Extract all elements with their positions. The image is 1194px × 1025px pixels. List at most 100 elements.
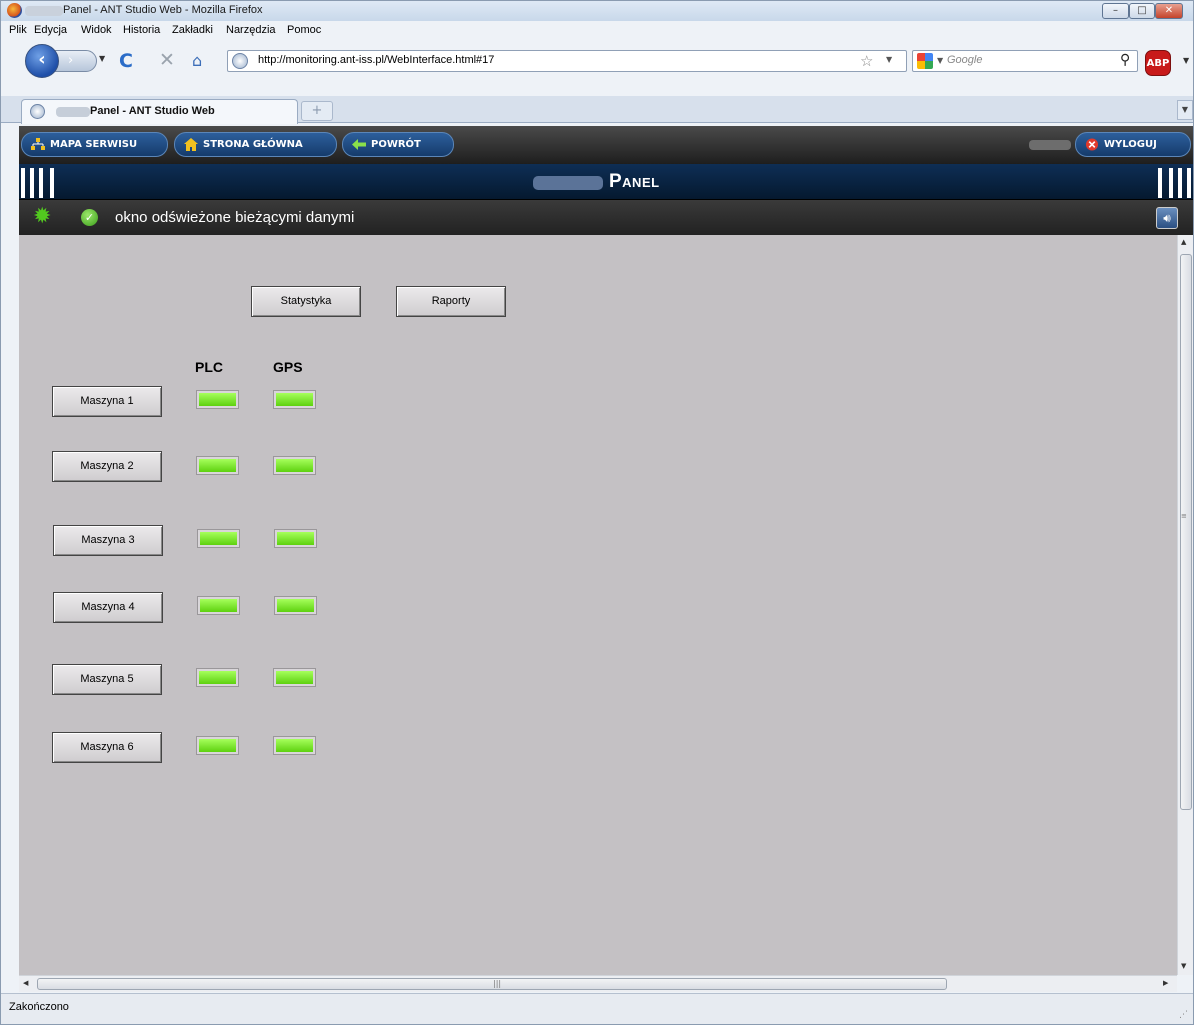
scroll-up-icon[interactable]: ▲ bbox=[1181, 238, 1186, 246]
close-button[interactable]: ✕ bbox=[1155, 3, 1183, 19]
site-map-button[interactable]: MAPA SERWISU bbox=[21, 132, 168, 157]
scroll-down-icon[interactable]: ▼ bbox=[1181, 962, 1186, 970]
check-icon: ✓ bbox=[81, 209, 98, 226]
title-bar: Panel - ANT Studio Web - Mozilla Firefox… bbox=[1, 1, 1193, 21]
home-icon[interactable]: ⌂ bbox=[192, 51, 202, 70]
url-bar[interactable]: http://monitoring.ant-iss.pl/WebInterfac… bbox=[227, 50, 907, 72]
reports-button[interactable]: Raporty bbox=[396, 286, 506, 317]
tab-panel[interactable]: Panel - ANT Studio Web bbox=[21, 99, 298, 124]
menu-narzedzia[interactable]: Narzędzia bbox=[226, 24, 276, 36]
back-button[interactable]: ‹ bbox=[25, 44, 59, 78]
menu-historia[interactable]: Historia bbox=[123, 24, 160, 36]
browser-window: Panel - ANT Studio Web - Mozilla Firefox… bbox=[0, 0, 1194, 1025]
horizontal-scroll-thumb[interactable]: ||| bbox=[37, 978, 947, 990]
horizontal-scrollbar[interactable]: ◀ ||| ▶ bbox=[19, 975, 1177, 992]
minimize-button[interactable]: – bbox=[1102, 3, 1129, 19]
machine-1-button[interactable]: Maszyna 1 bbox=[52, 386, 162, 417]
history-dropdown-icon[interactable]: ▼ bbox=[99, 54, 105, 63]
url-input[interactable]: http://monitoring.ant-iss.pl/WebInterfac… bbox=[258, 54, 494, 66]
header-stripe bbox=[50, 168, 54, 198]
blurred-title-prefix bbox=[25, 6, 63, 16]
browser-status-text: Zakończono bbox=[9, 1001, 69, 1013]
gear-icon[interactable]: ✹ bbox=[33, 206, 51, 228]
vertical-scrollbar[interactable]: ▲ ≡ ▼ bbox=[1177, 235, 1193, 975]
more-icon[interactable]: ▼ bbox=[1183, 56, 1189, 65]
header-stripe bbox=[21, 168, 25, 198]
machine-1-plc-indicator bbox=[197, 391, 238, 408]
vertical-scroll-thumb[interactable] bbox=[1180, 254, 1192, 810]
app-toolbar: MAPA SERWISU STRONA GŁÓWNA POWRÓT WYLOGU… bbox=[19, 126, 1193, 164]
window-title: Panel - ANT Studio Web - Mozilla Firefox bbox=[63, 4, 263, 16]
tab-label: Panel - ANT Studio Web bbox=[90, 105, 215, 117]
menu-pomoc[interactable]: Pomoc bbox=[287, 24, 321, 36]
machine-5-button[interactable]: Maszyna 5 bbox=[52, 664, 162, 695]
browser-status-bar: Zakończono ⋰ bbox=[1, 993, 1193, 1024]
machine-2-gps-indicator bbox=[274, 457, 315, 474]
reload-icon[interactable]: C bbox=[119, 50, 133, 72]
menu-plik[interactable]: Plik bbox=[9, 24, 27, 36]
return-button[interactable]: POWRÓT bbox=[342, 132, 454, 157]
machine-2-plc-indicator bbox=[197, 457, 238, 474]
machine-4-gps-indicator bbox=[275, 597, 316, 614]
search-engine-icon[interactable] bbox=[917, 53, 933, 69]
menu-widok[interactable]: Widok bbox=[81, 24, 112, 36]
sitemap-icon bbox=[31, 138, 45, 150]
header-stripe bbox=[1169, 168, 1173, 198]
speaker-icon[interactable]: 🔊︎ bbox=[1156, 207, 1178, 229]
header-stripe bbox=[1158, 168, 1162, 198]
new-tab-button[interactable]: + bbox=[301, 101, 333, 121]
panel-content: Statystyka Raporty PLC GPS Maszyna 1 Mas… bbox=[19, 235, 1177, 975]
adblock-icon[interactable]: ABP bbox=[1145, 50, 1171, 76]
machine-3-plc-indicator bbox=[198, 530, 239, 547]
menu-edycja[interactable]: Edycja bbox=[34, 24, 67, 36]
menu-zakladki[interactable]: Zakładki bbox=[172, 24, 213, 36]
machine-2-button[interactable]: Maszyna 2 bbox=[52, 451, 162, 482]
machine-4-button[interactable]: Maszyna 4 bbox=[53, 592, 163, 623]
machine-6-plc-indicator bbox=[197, 737, 238, 754]
header-stripe bbox=[1178, 168, 1182, 198]
navigation-bar: › ‹ ▼ C ✕ ⌂ http://monitoring.ant-iss.pl… bbox=[1, 41, 1193, 78]
return-label: POWRÓT bbox=[371, 139, 421, 150]
search-box[interactable]: ▼ Google ⚲ bbox=[912, 50, 1138, 72]
search-input[interactable]: Google bbox=[947, 54, 982, 66]
scroll-right-icon[interactable]: ▶ bbox=[1163, 979, 1168, 987]
blurred-tab-prefix bbox=[56, 107, 90, 117]
tab-list-button[interactable]: ▼ bbox=[1177, 100, 1193, 120]
header-stripe bbox=[1187, 168, 1191, 198]
logout-button[interactable]: WYLOGUJ bbox=[1075, 132, 1191, 157]
logout-label: WYLOGUJ bbox=[1104, 139, 1157, 150]
refresh-status-text: okno odświeżone bieżącymi danymi bbox=[115, 209, 355, 226]
machine-5-gps-indicator bbox=[274, 669, 315, 686]
status-line: ✹ ✓ okno odświeżone bieżącymi danymi 🔊︎ bbox=[19, 200, 1193, 235]
main-page-button[interactable]: STRONA GŁÓWNA bbox=[174, 132, 337, 157]
machine-6-button[interactable]: Maszyna 6 bbox=[52, 732, 162, 763]
close-circle-icon bbox=[1085, 138, 1099, 151]
forward-button[interactable]: › bbox=[53, 50, 97, 72]
statistics-button[interactable]: Statystyka bbox=[251, 286, 361, 317]
machine-3-gps-indicator bbox=[275, 530, 316, 547]
search-icon[interactable]: ⚲ bbox=[1120, 52, 1130, 68]
header-stripe bbox=[39, 168, 43, 198]
tab-bar: Panel - ANT Studio Web + ▼ bbox=[1, 96, 1193, 124]
gps-column-header: GPS bbox=[273, 359, 303, 375]
main-page-label: STRONA GŁÓWNA bbox=[203, 139, 303, 150]
scroll-grip-icon: ||| bbox=[493, 979, 502, 988]
bookmark-star-icon[interactable]: ☆ bbox=[860, 52, 873, 70]
machine-4-plc-indicator bbox=[198, 597, 239, 614]
blurred-panel-prefix bbox=[533, 176, 603, 190]
scroll-left-icon[interactable]: ◀ bbox=[23, 979, 28, 987]
maximize-button[interactable]: □ bbox=[1129, 3, 1155, 19]
machine-3-button[interactable]: Maszyna 3 bbox=[53, 525, 163, 556]
plc-column-header: PLC bbox=[195, 359, 223, 375]
site-map-label: MAPA SERWISU bbox=[50, 139, 138, 150]
machine-1-gps-indicator bbox=[274, 391, 315, 408]
stop-icon[interactable]: ✕ bbox=[159, 49, 175, 71]
search-engine-dropdown-icon[interactable]: ▼ bbox=[937, 56, 943, 65]
resize-grip-icon[interactable]: ⋰ bbox=[1179, 1010, 1188, 1020]
page-title: Panel bbox=[609, 171, 660, 192]
arrow-left-icon bbox=[352, 139, 366, 150]
site-identity-icon[interactable] bbox=[232, 53, 248, 69]
tab-favicon-icon bbox=[30, 104, 45, 119]
home-icon bbox=[184, 138, 198, 151]
url-dropdown-icon[interactable]: ▼ bbox=[886, 55, 892, 64]
